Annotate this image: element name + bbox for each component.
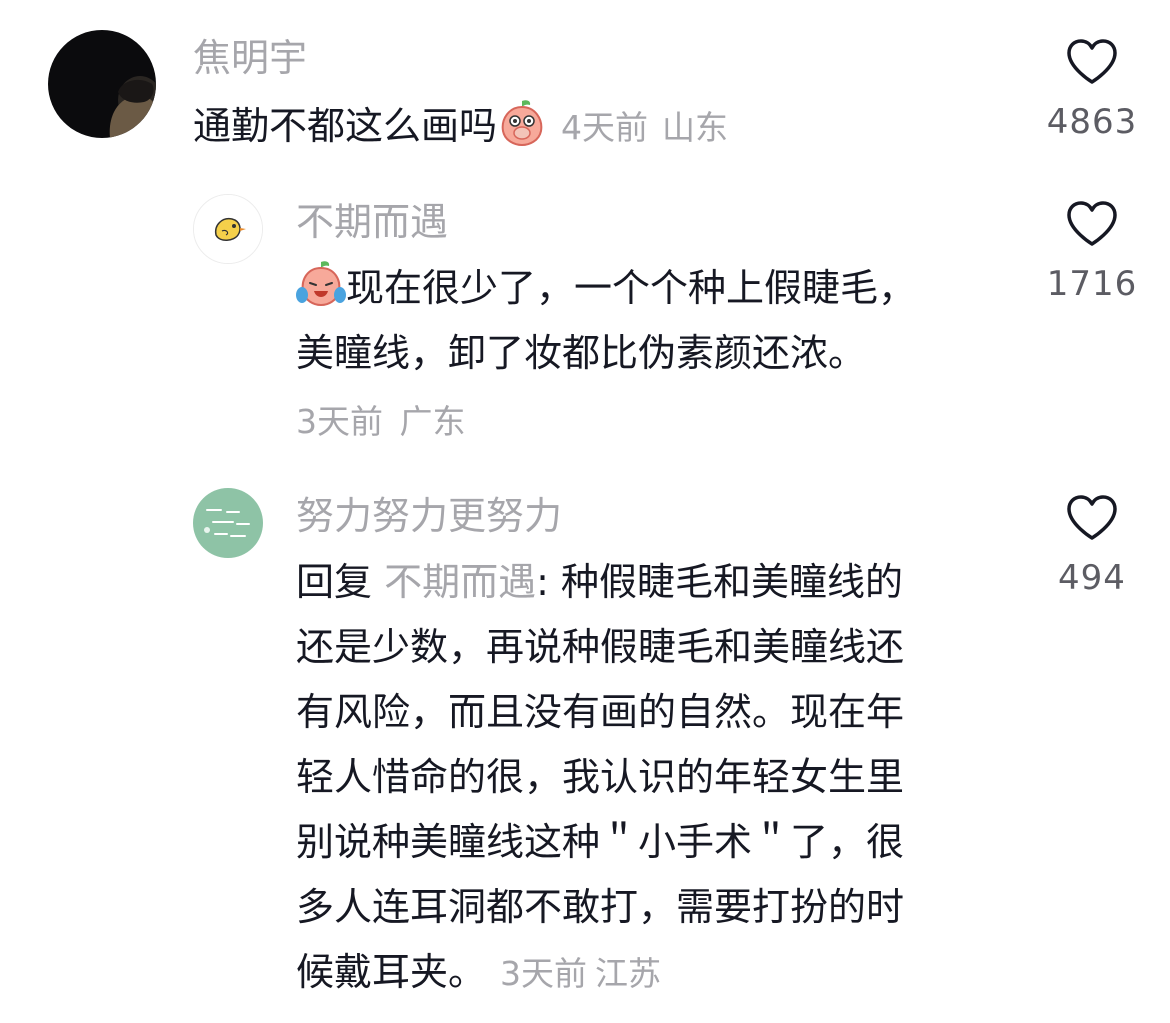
comment-username[interactable]: 努力努力更努力 xyxy=(296,492,562,540)
comment-text-line: 别说种美瞳线这种＂小手术＂了，很 xyxy=(296,820,905,864)
yellow-chick-avatar-icon xyxy=(194,195,262,263)
avatar[interactable] xyxy=(193,194,263,264)
heart-icon xyxy=(1067,39,1117,84)
like-button[interactable]: 1716 xyxy=(1032,200,1152,306)
like-count: 1716 xyxy=(1046,264,1138,304)
like-button[interactable]: 4863 xyxy=(1032,38,1152,144)
reply-prefix: 回复 xyxy=(296,560,373,604)
comment-text-line: 现在很少了，一个个种上假睫毛， xyxy=(346,266,917,310)
comment-username[interactable]: 焦明宇 xyxy=(193,34,307,82)
like-count: 4863 xyxy=(1046,102,1138,142)
comment-text: 回复 不期而遇: 种假睫毛和美瞳线的 还是少数，再说种假睫毛和美瞳线还 有风险，… xyxy=(296,550,904,1006)
like-count: 494 xyxy=(1058,558,1126,598)
comment-location: 江苏 xyxy=(595,954,662,993)
comment-username[interactable]: 不期而遇 xyxy=(296,198,448,246)
comment-meta: 3天前 广东 xyxy=(296,400,466,444)
comment-time: 3天前 xyxy=(296,402,383,441)
dark-photo-avatar-icon xyxy=(48,30,156,138)
comment-text-line: 美瞳线，卸了妆都比伪素颜还浓。 xyxy=(296,331,867,375)
comment-time: 4天前 xyxy=(561,108,649,147)
comment-text-line: 有风险，而且没有画的自然。现在年 xyxy=(296,690,905,734)
comment-text: 通勤不都这么画吗 4天前 山东 xyxy=(193,94,728,160)
green-text-avatar-icon xyxy=(193,488,263,558)
reply-target-link[interactable]: 不期而遇 xyxy=(384,560,536,604)
crying-laughing-peach-emoji-icon xyxy=(296,259,346,309)
comment-text-line: 多人连耳洞都不敢打，需要打扮的时 xyxy=(296,885,905,929)
reply-colon: : xyxy=(536,560,562,604)
comment-text: 现在很少了，一个个种上假睫毛， 美瞳线，卸了妆都比伪素颜还浓。 xyxy=(296,256,916,386)
comment-text-line: 还是少数，再说种假睫毛和美瞳线还 xyxy=(296,625,905,669)
like-button[interactable]: 494 xyxy=(1032,494,1152,600)
comment-text-line: 种假睫毛和美瞳线的 xyxy=(561,560,904,604)
heart-icon xyxy=(1067,201,1117,246)
avatar[interactable] xyxy=(48,30,156,138)
covering-mouth-peach-emoji-icon xyxy=(497,97,547,147)
avatar[interactable] xyxy=(193,488,263,558)
comment-text-content: 通勤不都这么画吗 xyxy=(193,104,498,148)
comment-text-line: 轻人惜命的很，我认识的年轻女生里 xyxy=(296,755,905,799)
comment-location: 山东 xyxy=(662,108,729,147)
comment-location: 广东 xyxy=(399,402,466,441)
comment-time: 3天前 xyxy=(500,954,588,993)
heart-icon xyxy=(1067,495,1117,540)
comment-text-line: 候戴耳夹。 xyxy=(296,950,487,994)
